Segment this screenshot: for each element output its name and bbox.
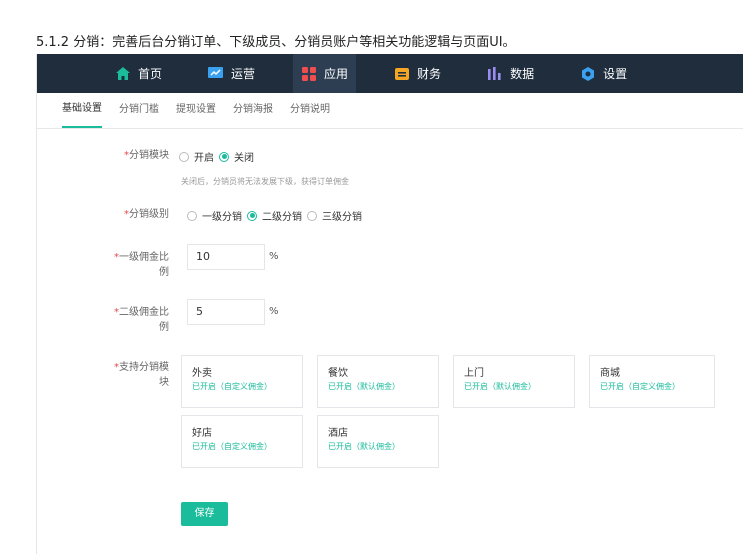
module-name: 上门 bbox=[464, 368, 484, 379]
nav-item-settings[interactable]: 设置 bbox=[572, 54, 635, 93]
tab-withdraw-settings[interactable]: 提现设置 bbox=[176, 92, 216, 128]
sub-tabs: 基础设置 分销门槛 提现设置 分销海报 分销说明 bbox=[37, 93, 743, 129]
module-status: 已开启（默认佣金） bbox=[328, 442, 400, 451]
radio-circle-checked[interactable] bbox=[219, 151, 229, 162]
nav-label: 首页 bbox=[138, 67, 163, 81]
module-status: 已开启（自定义佣金） bbox=[600, 382, 680, 391]
home-icon bbox=[115, 66, 130, 81]
first-rate-row: *一级佣金比 例 10 % bbox=[37, 244, 279, 280]
nav-item-apps[interactable]: 应用 bbox=[293, 54, 357, 93]
second-rate-label: *二级佣金比 例 bbox=[114, 307, 169, 333]
module-card-dining[interactable]: 餐饮 已开启（默认佣金） bbox=[317, 355, 439, 408]
radio-level-1[interactable]: 一级分销 bbox=[187, 208, 242, 223]
first-rate-label: *一级佣金比 例 bbox=[114, 252, 169, 278]
radio-circle[interactable] bbox=[179, 151, 189, 162]
nav-label: 财务 bbox=[417, 67, 442, 81]
percent-unit: % bbox=[269, 251, 279, 262]
module-card-mall[interactable]: 商城 已开启（自定义佣金） bbox=[589, 355, 715, 408]
level-label: *分销级别 bbox=[124, 209, 169, 220]
nav-label: 数据 bbox=[510, 67, 535, 81]
nav-item-data[interactable]: 数据 bbox=[479, 54, 542, 93]
module-toggle-radio-group: 开启 关闭 bbox=[179, 149, 259, 164]
nav-label: 运营 bbox=[231, 67, 256, 81]
module-status: 已开启（自定义佣金） bbox=[192, 382, 272, 391]
save-button[interactable]: 保存 bbox=[181, 502, 228, 526]
first-rate-input[interactable]: 10 bbox=[187, 244, 265, 270]
module-name: 商城 bbox=[600, 368, 620, 379]
second-rate-row: *二级佣金比 例 5 % bbox=[37, 299, 279, 335]
bar-chart-icon bbox=[487, 66, 502, 81]
nav-label: 应用 bbox=[324, 67, 349, 81]
module-status: 已开启（自定义佣金） bbox=[192, 442, 272, 451]
tab-description[interactable]: 分销说明 bbox=[290, 92, 330, 128]
radio-level-2[interactable]: 二级分销 bbox=[247, 208, 302, 223]
monitor-icon bbox=[208, 66, 224, 81]
radio-disable[interactable]: 关闭 bbox=[219, 149, 254, 164]
module-toggle-label: *分销模块 bbox=[124, 150, 169, 161]
module-name: 外卖 bbox=[192, 368, 212, 379]
top-nav: 首页 运营 应用 财务 数据 设置 bbox=[37, 54, 743, 93]
level-radio-group: 一级分销 二级分销 三级分销 bbox=[187, 208, 367, 223]
radio-level-3[interactable]: 三级分销 bbox=[307, 208, 362, 223]
module-status: 已开启（默认佣金） bbox=[328, 382, 400, 391]
nav-item-operations[interactable]: 运营 bbox=[200, 54, 263, 93]
percent-unit: % bbox=[269, 306, 279, 317]
modules-label: *支持分销模 块 bbox=[114, 362, 169, 388]
nav-label: 设置 bbox=[603, 67, 628, 81]
radio-circle-checked[interactable] bbox=[247, 210, 257, 221]
tab-threshold[interactable]: 分销门槛 bbox=[119, 92, 159, 128]
admin-panel: 首页 运营 应用 财务 数据 设置 基础设置 分销门槛 提现设置 分销海报 分销… bbox=[36, 54, 743, 554]
document-heading: 5.1.2 分销：完善后台分销订单、下级成员、分销员账户等相关功能逻辑与页面UI… bbox=[36, 35, 516, 50]
module-card-takeout[interactable]: 外卖 已开启（自定义佣金） bbox=[181, 355, 303, 408]
module-toggle-row: *分销模块 开启 关闭 bbox=[37, 149, 259, 164]
module-name: 好店 bbox=[192, 428, 212, 439]
level-row: *分销级别 一级分销 二级分销 三级分销 bbox=[37, 208, 367, 223]
modules-row: *支持分销模 块 bbox=[37, 360, 169, 390]
radio-circle[interactable] bbox=[187, 210, 197, 221]
module-card-hotel[interactable]: 酒店 已开启（默认佣金） bbox=[317, 415, 439, 468]
radio-circle[interactable] bbox=[307, 210, 317, 221]
module-card-good-shop[interactable]: 好店 已开启（自定义佣金） bbox=[181, 415, 303, 468]
module-toggle-hint: 关闭后，分销员将无法发展下级，获得订单佣金 bbox=[181, 177, 349, 186]
nav-item-home[interactable]: 首页 bbox=[107, 54, 170, 93]
module-status: 已开启（默认佣金） bbox=[464, 382, 536, 391]
apps-grid-icon bbox=[301, 66, 316, 81]
tab-basic-settings[interactable]: 基础设置 bbox=[62, 92, 102, 128]
nav-item-finance[interactable]: 财务 bbox=[386, 54, 449, 93]
gear-icon bbox=[580, 66, 595, 81]
second-rate-input[interactable]: 5 bbox=[187, 299, 265, 325]
module-card-home-service[interactable]: 上门 已开启（默认佣金） bbox=[453, 355, 575, 408]
wallet-icon bbox=[394, 66, 409, 81]
module-name: 酒店 bbox=[328, 428, 348, 439]
radio-enable[interactable]: 开启 bbox=[179, 149, 214, 164]
tab-poster[interactable]: 分销海报 bbox=[233, 92, 273, 128]
module-name: 餐饮 bbox=[328, 368, 348, 379]
